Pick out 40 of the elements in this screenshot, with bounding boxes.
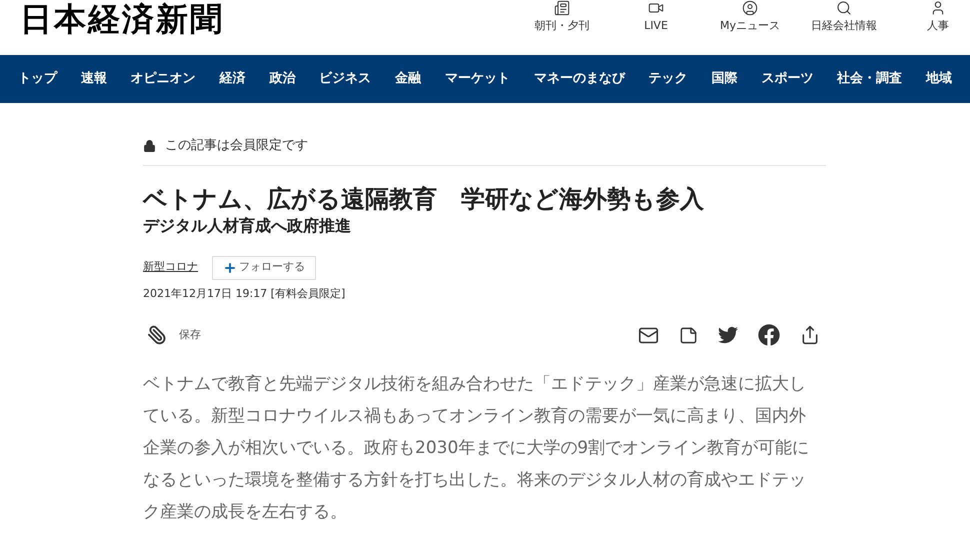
follow-button[interactable]: フォローする <box>212 256 316 280</box>
newspaper-icon <box>554 0 570 16</box>
lock-icon <box>143 138 156 153</box>
person-icon <box>930 0 946 16</box>
nav-link[interactable]: 政治 <box>269 69 296 89</box>
nav-link[interactable]: テック <box>648 69 688 89</box>
nav-link[interactable]: 経済 <box>220 69 246 89</box>
nav-link[interactable]: 地域 <box>926 69 952 89</box>
mail-icon[interactable] <box>638 324 659 346</box>
save-button[interactable]: 保存 <box>147 325 201 345</box>
nav-link[interactable]: 国際 <box>711 69 738 89</box>
nav-link[interactable]: スポーツ <box>761 69 814 89</box>
nav-link[interactable]: オピニオン <box>130 69 196 89</box>
share-icon[interactable] <box>800 325 820 345</box>
nav-link[interactable]: 社会・調査 <box>837 69 902 89</box>
header-link[interactable]: 朝刊・夕刊 <box>522 0 602 34</box>
plus-icon <box>223 260 237 274</box>
header-link[interactable]: Myニュース <box>710 0 790 34</box>
nav-link[interactable]: マーケット <box>444 69 510 89</box>
publish-date: 2021年12月17日 19:17 [有料会員限定] <box>143 286 346 302</box>
article-title: ベトナム、広がる遠隔教育 学研など海外勢も参入 <box>143 184 705 214</box>
header-link[interactable]: LIVE <box>616 0 696 34</box>
user-icon <box>742 0 758 16</box>
header-link[interactable]: 日経会社情報 <box>804 0 884 34</box>
facebook-icon[interactable] <box>758 324 780 346</box>
paperclip-icon <box>147 325 167 345</box>
topic-link[interactable]: 新型コロナ <box>143 259 198 276</box>
article-lead: ベトナムで教育と先端デジタル技術を組み合わせた「エドテック」産業が急速に拡大している。新型コロナウイルス禍もあってオンライン教育の需要が一気に高まり、国内外企業の参入が相次いでいる。政府も2030年までに大学の9割でオンライン教育が可能になるといった環境を整備する方針を打ち出した。将来のデジタル人材の育成やエドテック産業の成長を左右する。 <box>143 373 810 524</box>
member-notice: この記事は会員限定です <box>165 137 308 155</box>
nav-link[interactable]: 速報 <box>80 69 107 89</box>
nav-link[interactable]: マネーのまなび <box>534 69 625 89</box>
note-icon[interactable] <box>679 326 698 344</box>
header-link[interactable]: 人事 <box>898 0 970 34</box>
site-logo[interactable]: 日本経済新聞 <box>20 0 224 38</box>
nav-link[interactable]: ビジネス <box>319 69 372 89</box>
nav-link[interactable]: トップ <box>18 69 57 89</box>
article-subtitle: デジタル人材育成へ政府推進 <box>143 216 352 236</box>
twitter-icon[interactable] <box>718 325 738 345</box>
search-icon <box>836 0 852 16</box>
nav-link[interactable]: 金融 <box>395 69 422 89</box>
